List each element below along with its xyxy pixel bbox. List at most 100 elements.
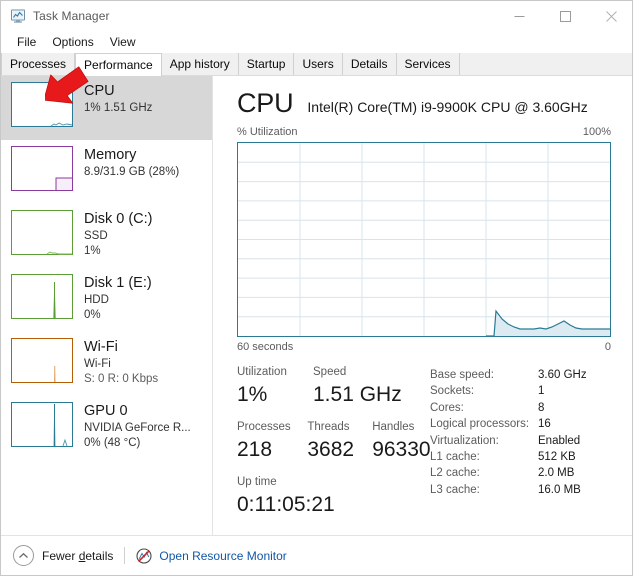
cpu-specifications: Base speed: 3.60 GHz Sockets: 1 Cores: 8… — [430, 367, 630, 498]
content-area: CPU 1% 1.51 GHz Memory 8.9/31.9 GB (28%) — [1, 76, 632, 535]
cpu-thumbnail-graph — [11, 82, 73, 127]
sidebar-item-gpu0-title: GPU 0 — [84, 403, 128, 419]
fewer-details-post: etails — [85, 548, 114, 563]
tab-processes[interactable]: Processes — [1, 53, 76, 75]
memory-thumbnail-graph — [11, 146, 73, 191]
stats-gap-2 — [237, 464, 437, 474]
sidebar-item-memory-text: Memory 8.9/31.9 GB (28%) — [84, 146, 179, 180]
resource-list: CPU 1% 1.51 GHz Memory 8.9/31.9 GB (28%) — [1, 76, 213, 535]
utilization-value: 1% — [237, 383, 268, 406]
sidebar-item-gpu0-line3: 0% (48 °C) — [84, 437, 141, 449]
spec-value-sockets: 1 — [538, 385, 545, 398]
spec-key-logical-processors: Logical processors: — [430, 418, 530, 431]
utilization-label: Utilization — [237, 366, 287, 378]
stats-row-values-2: 218 3682 96330 — [237, 435, 437, 464]
spec-value-virtualization: Enabled — [538, 434, 581, 447]
minimize-button[interactable] — [496, 1, 542, 31]
chevron-up-icon[interactable] — [13, 545, 34, 566]
cpu-utilization-chart — [238, 143, 610, 336]
tab-performance[interactable]: Performance — [75, 53, 162, 76]
sidebar-item-wifi-text: Wi-Fi Wi-Fi S: 0 R: 0 Kbps — [84, 338, 158, 387]
cpu-utilization-graph[interactable] — [237, 142, 611, 337]
sidebar-item-wifi[interactable]: Wi-Fi Wi-Fi S: 0 R: 0 Kbps — [1, 332, 212, 396]
window-controls — [496, 1, 632, 31]
fewer-details-pre: Fewer — [42, 548, 79, 563]
menu-item-view[interactable]: View — [102, 33, 144, 51]
tab-startup[interactable]: Startup — [238, 53, 295, 75]
graph-x-axis-end: 0 — [604, 341, 611, 353]
cpu-header: CPU Intel(R) Core(TM) i9-9900K CPU @ 3.6… — [237, 88, 588, 118]
sidebar-item-disk0-line3: 1% — [84, 245, 101, 257]
spec-key-l1-cache: L1 cache: — [430, 451, 480, 464]
stats-row-values-3: 0:11:05:21 — [237, 490, 437, 519]
gpu0-thumbnail-graph — [11, 402, 73, 447]
spec-value-logical-processors: 16 — [538, 418, 551, 431]
graph-x-axis-start: 60 seconds — [237, 341, 294, 353]
resource-monitor-icon — [136, 547, 152, 564]
window-title: Task Manager — [33, 9, 110, 23]
stats-gap-1 — [237, 409, 437, 419]
sidebar-item-disk0[interactable]: Disk 0 (C:) SSD 1% — [1, 204, 212, 268]
sidebar-item-cpu[interactable]: CPU 1% 1.51 GHz — [1, 76, 212, 140]
threads-label: Threads — [307, 421, 350, 433]
sidebar-item-memory-title: Memory — [84, 147, 137, 163]
tab-users[interactable]: Users — [294, 53, 343, 75]
footer-divider — [124, 547, 126, 564]
processes-value: 218 — [237, 438, 273, 461]
spec-key-sockets: Sockets: — [430, 385, 475, 398]
spec-row-sockets: Sockets: 1 — [430, 383, 630, 399]
stats-row-labels-3: Up time — [237, 474, 437, 490]
spec-row-virtualization: Virtualization: Enabled — [430, 433, 630, 449]
tab-app-history[interactable]: App history — [161, 53, 239, 75]
spec-row-logical-processors: Logical processors: 16 — [430, 416, 630, 432]
open-resource-monitor-link[interactable]: Open Resource Monitor — [159, 549, 286, 563]
sidebar-item-gpu0[interactable]: GPU 0 NVIDIA GeForce R... 0% (48 °C) — [1, 396, 212, 460]
maximize-button[interactable] — [542, 1, 588, 31]
cpu-stats: Utilization Speed 1% 1.51 GHz Processes … — [237, 364, 437, 519]
spec-value-l1-cache: 512 KB — [538, 451, 576, 464]
spec-row-cores: Cores: 8 — [430, 400, 630, 416]
task-manager-icon — [10, 8, 26, 24]
sidebar-item-memory-line2: 8.9/31.9 GB (28%) — [84, 166, 180, 178]
stats-row-values-1: 1% 1.51 GHz — [237, 380, 437, 409]
spec-value-l3-cache: 16.0 MB — [538, 483, 581, 496]
spec-row-l2-cache: L2 cache: 2.0 MB — [430, 465, 630, 481]
spec-value-cores: 8 — [538, 401, 545, 414]
tab-services[interactable]: Services — [396, 53, 460, 75]
sidebar-item-wifi-line3: S: 0 R: 0 Kbps — [84, 373, 159, 385]
fewer-details-button[interactable]: Fewer details — [42, 549, 113, 563]
graph-time-labels: 60 seconds 0 — [237, 341, 611, 353]
uptime-value: 0:11:05:21 — [237, 493, 335, 516]
menu-item-options[interactable]: Options — [44, 33, 101, 51]
spec-key-l2-cache: L2 cache: — [430, 467, 480, 480]
sidebar-item-memory[interactable]: Memory 8.9/31.9 GB (28%) — [1, 140, 212, 204]
sidebar-item-disk1[interactable]: Disk 1 (E:) HDD 0% — [1, 268, 212, 332]
sidebar-item-gpu0-line2: NVIDIA GeForce R... — [84, 422, 191, 434]
spec-row-l3-cache: L3 cache: 16.0 MB — [430, 482, 630, 498]
spec-key-virtualization: Virtualization: — [430, 434, 499, 447]
graph-axis-labels: % Utilization 100% — [237, 126, 611, 138]
sidebar-item-gpu0-text: GPU 0 NVIDIA GeForce R... 0% (48 °C) — [84, 402, 191, 451]
spec-value-l2-cache: 2.0 MB — [538, 467, 575, 480]
sidebar-item-cpu-title: CPU — [84, 83, 115, 99]
cpu-detail-panel: CPU Intel(R) Core(TM) i9-9900K CPU @ 3.6… — [213, 76, 632, 535]
sidebar-item-disk1-title: Disk 1 (E:) — [84, 275, 152, 291]
spec-key-cores: Cores: — [430, 401, 464, 414]
sidebar-item-disk1-line2: HDD — [84, 294, 109, 306]
task-manager-window: Task Manager File Options View Processes… — [0, 0, 633, 576]
spec-key-base-speed: Base speed: — [430, 369, 494, 381]
sidebar-item-cpu-text: CPU 1% 1.51 GHz — [84, 82, 152, 116]
tab-strip: Processes Performance App history Startu… — [1, 53, 632, 76]
close-button[interactable] — [588, 1, 632, 31]
handles-label: Handles — [372, 421, 415, 433]
menu-bar: File Options View — [1, 31, 632, 53]
graph-y-axis-max: 100% — [582, 126, 611, 138]
sidebar-item-disk0-text: Disk 0 (C:) SSD 1% — [84, 210, 152, 259]
sidebar-item-disk0-line2: SSD — [84, 230, 108, 242]
menu-item-file[interactable]: File — [9, 33, 44, 51]
spec-row-l1-cache: L1 cache: 512 KB — [430, 449, 630, 465]
tab-details[interactable]: Details — [342, 53, 397, 75]
cpu-model-name: Intel(R) Core(TM) i9-9900K CPU @ 3.60GHz — [307, 99, 588, 115]
sidebar-item-cpu-line2: 1% 1.51 GHz — [84, 102, 153, 114]
sidebar-item-wifi-title: Wi-Fi — [84, 339, 118, 355]
